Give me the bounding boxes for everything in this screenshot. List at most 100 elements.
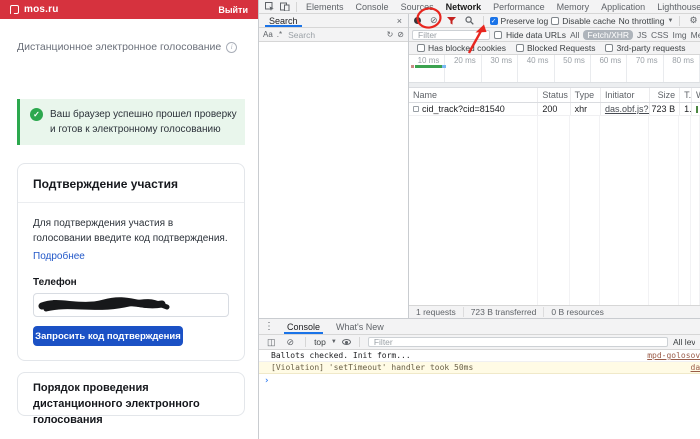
console-message-text: Ballots checked. Init form...	[271, 351, 411, 360]
console-source-link[interactable]: mpd-golosova	[647, 351, 700, 360]
close-icon[interactable]: ×	[391, 16, 408, 26]
clear-console-icon[interactable]: ⊘	[284, 337, 298, 348]
third-party-requests-label[interactable]: 3rd-party requests	[616, 43, 685, 53]
more-details-link[interactable]: Подробнее	[33, 251, 85, 262]
voting-rules-card[interactable]: Порядок проведения дистанционного электр…	[17, 372, 245, 416]
regex-button[interactable]: .*	[277, 30, 282, 39]
device-toolbar-icon[interactable]	[277, 2, 293, 11]
column-type[interactable]: Type	[571, 88, 601, 102]
request-row[interactable]: cid_track?cid=81540 200 xhr das.obf.js?2…	[409, 103, 700, 116]
search-controls: Aa .* ↻ ⊘	[259, 28, 408, 42]
summary-transferred: 723 B transferred	[464, 307, 545, 317]
info-icon[interactable]: i	[226, 42, 237, 53]
divider	[305, 337, 306, 347]
column-waterfall[interactable]: Wa..	[692, 88, 700, 102]
filter-type-css[interactable]: CSS	[651, 30, 668, 40]
search-pane: Search × Aa .* ↻ ⊘	[259, 14, 409, 318]
console-source-link[interactable]: das	[691, 363, 700, 372]
filter-funnel-icon[interactable]	[444, 17, 459, 25]
request-time: 1..	[680, 103, 692, 115]
phone-field[interactable]	[33, 293, 229, 317]
filter-type-js[interactable]: JS	[637, 30, 647, 40]
console-message-text: [Violation] 'setTimeout' handler took 50…	[271, 363, 473, 372]
third-party-requests-checkbox[interactable]	[605, 44, 613, 52]
column-name[interactable]: Name	[409, 88, 538, 102]
has-blocked-cookies-label[interactable]: Has blocked cookies	[428, 43, 506, 53]
filter-type-media[interactable]: Media	[691, 30, 700, 40]
disable-cache-checkbox[interactable]	[551, 17, 559, 25]
filter-type-all[interactable]: All	[570, 30, 579, 40]
preserve-log-label[interactable]: Preserve log	[501, 16, 549, 26]
disable-cache-label[interactable]: Disable cache	[562, 16, 615, 26]
live-expression-eye-icon[interactable]	[342, 339, 351, 345]
inspect-element-icon[interactable]	[262, 2, 277, 11]
console-filter-input[interactable]	[372, 336, 664, 348]
hide-data-urls-label[interactable]: Hide data URLs	[506, 30, 566, 40]
clear-network-log-icon[interactable]: ⊘	[427, 15, 441, 26]
chevron-down-icon[interactable]: ▼	[668, 18, 674, 24]
divider	[483, 16, 484, 26]
hide-data-urls-checkbox[interactable]	[494, 31, 502, 39]
search-input[interactable]	[286, 29, 382, 41]
phone-label: Телефон	[33, 277, 229, 288]
console-message: Ballots checked. Init form... mpd-goloso…	[259, 350, 700, 362]
tab-lighthouse[interactable]: Lighthouse	[651, 2, 700, 12]
network-checks-row: Has blocked cookies Blocked Requests 3rd…	[409, 42, 700, 55]
request-code-button[interactable]: Запросить код подтверждения	[33, 326, 183, 346]
network-conditions-icon[interactable]: ⚙	[686, 15, 700, 26]
drawer-tab-whats-new[interactable]: What's New	[328, 319, 392, 334]
throttling-select[interactable]: No throttling	[619, 16, 665, 26]
drawer-tab-console[interactable]: Console	[279, 319, 328, 334]
request-waterfall-bar	[696, 106, 698, 113]
search-tab[interactable]: Search	[263, 14, 304, 27]
record-network-log-button[interactable]	[414, 17, 421, 24]
has-blocked-cookies-checkbox[interactable]	[417, 44, 425, 52]
console-sidebar-icon[interactable]: ◫	[264, 337, 279, 348]
log-levels-select[interactable]: All levels	[673, 337, 695, 347]
network-overview-timeline[interactable]: 10 ms 20 ms 30 ms 40 ms 50 ms 60 ms 70 m…	[409, 55, 700, 88]
network-filter-input[interactable]	[416, 29, 486, 41]
match-case-button[interactable]: Aa	[263, 30, 273, 39]
mos-logo-icon	[10, 5, 19, 14]
refresh-icon[interactable]: ↻	[387, 30, 394, 39]
column-status[interactable]: Status	[538, 88, 570, 102]
divider	[359, 337, 360, 347]
tab-application[interactable]: Application	[595, 2, 651, 12]
voting-rules-title: Порядок проведения дистанционного электр…	[33, 382, 200, 426]
screenshot-root: mos.ru Выйти Дистанционное электронное г…	[0, 0, 700, 439]
tab-elements[interactable]: Elements	[300, 2, 350, 12]
column-time[interactable]: T..	[680, 88, 692, 102]
confirmation-card-title: Подтверждение участия	[18, 164, 244, 203]
tab-sources[interactable]: Sources	[395, 2, 440, 12]
tab-network[interactable]: Network	[440, 2, 488, 12]
redacted-phone-scribble	[34, 294, 229, 316]
blocked-requests-checkbox[interactable]	[516, 44, 524, 52]
summary-requests: 1 requests	[409, 307, 464, 317]
browser-check-alert: ✓ Ваш браузер успешно прошел проверку и …	[17, 99, 245, 145]
console-prompt[interactable]: ›	[259, 374, 700, 386]
filter-type-img[interactable]: Img	[672, 30, 686, 40]
console-violation-message: [Violation] 'setTimeout' handler took 50…	[259, 362, 700, 374]
context-select[interactable]: top	[314, 337, 326, 347]
column-size[interactable]: Size	[650, 88, 680, 102]
logout-button[interactable]: Выйти	[218, 5, 248, 15]
kebab-menu-icon[interactable]: ⋮	[259, 321, 279, 332]
site-logo-text[interactable]: mos.ru	[24, 4, 59, 15]
check-circle-icon: ✓	[30, 108, 43, 121]
tab-memory[interactable]: Memory	[551, 2, 596, 12]
clear-icon[interactable]: ⊘	[397, 30, 404, 39]
tab-console[interactable]: Console	[350, 2, 395, 12]
column-initiator[interactable]: Initiator	[601, 88, 650, 102]
request-status: 200	[538, 103, 570, 115]
tab-performance[interactable]: Performance	[487, 2, 551, 12]
console-toolbar: ◫ ⊘ top ▼ All levels	[259, 335, 700, 350]
request-checkbox[interactable]	[413, 106, 419, 112]
blocked-requests-label[interactable]: Blocked Requests	[527, 43, 596, 53]
chevron-down-icon[interactable]: ▼	[331, 339, 337, 345]
search-network-icon[interactable]	[462, 16, 477, 25]
requests-table-header: Name Status Type Initiator Size T.. Wa..	[409, 88, 700, 103]
initiator-link[interactable]: das.obf.js?2021…	[605, 104, 650, 114]
preserve-log-checkbox[interactable]: ✓	[490, 17, 498, 25]
filter-type-fetch-xhr[interactable]: Fetch/XHR	[583, 30, 633, 40]
summary-resources: 0 B resources	[544, 307, 610, 317]
